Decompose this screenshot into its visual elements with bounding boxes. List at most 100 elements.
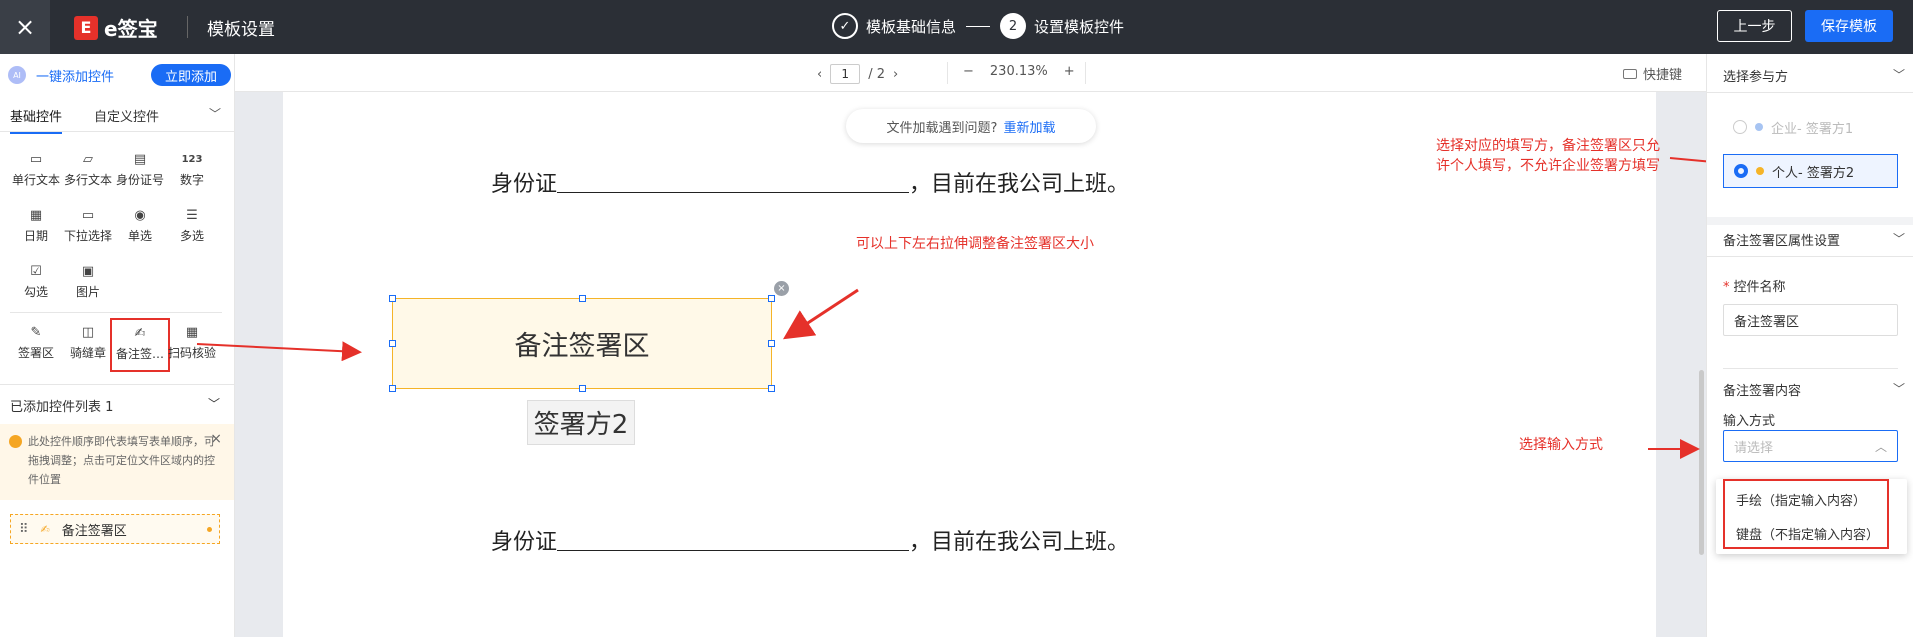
chevron-down-icon[interactable]: ﹀: [1893, 230, 1905, 247]
added-control-item[interactable]: ⠿ ✍ 备注签署区: [10, 514, 220, 544]
control-label: 下拉选择: [63, 229, 112, 243]
reload-text: 文件加载遇到问题?: [886, 120, 998, 136]
status-dot: [207, 527, 212, 532]
line-prefix: 身份证: [491, 530, 558, 555]
party-option-enterprise[interactable]: 企业- 签署方1: [1723, 110, 1898, 144]
control-multi-select[interactable]: ☰ 多选: [166, 205, 218, 253]
resize-handle[interactable]: [768, 295, 775, 302]
resize-handle[interactable]: [768, 385, 775, 392]
save-template-button[interactable]: 保存模板: [1805, 10, 1893, 42]
logo: E e签宝: [74, 13, 158, 42]
select-party-title: 选择参与方: [1723, 70, 1789, 85]
chevron-down-icon[interactable]: ﹀: [209, 105, 221, 122]
control-tabs: 基础控件 自定义控件 ﹀: [0, 100, 235, 134]
page-number-input[interactable]: 1: [830, 64, 861, 84]
control-remark-signature[interactable]: ✍ 备注签…: [110, 318, 170, 372]
control-label: 图片: [75, 285, 100, 299]
added-item-label: 备注签署区: [61, 523, 127, 539]
control-signature-area[interactable]: ✎ 签署区: [10, 322, 62, 370]
add-now-button[interactable]: 立即添加: [151, 64, 231, 86]
toolbar-divider: [1085, 62, 1086, 84]
resize-hint-annotation: 可以上下左右拉伸调整备注签署区大小: [856, 236, 1094, 252]
checkbox-icon: ☑: [30, 263, 42, 279]
resize-handle[interactable]: [579, 385, 586, 392]
quick-add-label[interactable]: 一键添加控件: [36, 66, 114, 85]
control-id-card[interactable]: ▤ 身份证号: [114, 149, 166, 197]
control-name-input[interactable]: 备注签署区: [1723, 304, 1898, 336]
party-label: 个人- 签署方2: [1772, 165, 1855, 181]
party-option-personal[interactable]: 个人- 签署方2: [1723, 154, 1898, 188]
select-placeholder: 请选择: [1734, 440, 1774, 456]
vertical-scrollbar[interactable]: [1699, 370, 1704, 555]
checklist-icon: ☰: [186, 207, 198, 223]
control-single-line-text[interactable]: ▭ 单行文本: [10, 149, 62, 197]
close-icon[interactable]: ×: [210, 430, 222, 449]
pagination: ‹ 1 / 2 ›: [817, 64, 898, 84]
resize-handle[interactable]: [389, 385, 396, 392]
control-image[interactable]: ▣ 图片: [62, 261, 114, 309]
id-card-icon: ▤: [133, 151, 147, 167]
drag-handle-icon[interactable]: ⠿: [19, 522, 28, 537]
control-date[interactable]: ▦ 日期: [10, 205, 62, 253]
image-icon: ▣: [81, 263, 95, 279]
input-method-label: 输入方式: [1723, 414, 1776, 429]
control-label: 数字: [179, 173, 204, 187]
multi-line-text-icon: ▱: [83, 151, 93, 167]
control-seam-seal[interactable]: ◫ 骑缝章: [62, 322, 114, 370]
resize-handle[interactable]: [389, 340, 396, 347]
step-2-label: 设置模板控件: [1034, 17, 1125, 36]
control-label: 日期: [23, 229, 48, 243]
control-label: 身份证号: [115, 173, 164, 187]
control-dropdown[interactable]: ▭ 下拉选择: [62, 205, 114, 253]
divider: [1723, 368, 1898, 369]
chevron-down-icon[interactable]: ﹀: [208, 395, 220, 412]
resize-handle[interactable]: [579, 295, 586, 302]
chevron-up-icon: ︿: [1874, 440, 1887, 454]
warning-icon: [9, 435, 22, 448]
resize-handle[interactable]: [389, 295, 396, 302]
shortcuts-button[interactable]: 快捷键: [1623, 64, 1682, 83]
control-checkbox[interactable]: ☑ 勾选: [10, 261, 62, 309]
close-button[interactable]: ×: [0, 0, 50, 54]
resize-handle[interactable]: [768, 340, 775, 347]
page-title: 模板设置: [207, 20, 275, 40]
chevron-down-icon[interactable]: ﹀: [1893, 66, 1905, 83]
control-name-label: * 控件名称: [1723, 276, 1786, 295]
tab-custom-controls[interactable]: 自定义控件: [94, 106, 159, 125]
chevron-left-icon[interactable]: ‹: [817, 67, 822, 82]
page-total: / 2: [868, 66, 885, 82]
reload-link[interactable]: 重新加载: [1003, 117, 1055, 136]
step-indicator: ✓ 模板基础信息 2 设置模板控件: [832, 13, 1124, 39]
control-qr-verify[interactable]: ▦ 扫码核验: [166, 322, 218, 370]
check-icon: ✓: [832, 13, 858, 39]
remark-signature-icon: ✍: [134, 325, 146, 341]
step-1-label: 模板基础信息: [866, 17, 957, 36]
calendar-icon: ▦: [29, 207, 43, 223]
chevron-right-icon[interactable]: ›: [893, 67, 898, 82]
chevron-down-icon[interactable]: ﹀: [1893, 380, 1905, 397]
radio-icon: ◉: [134, 207, 146, 223]
hint-text: 此处控件顺序即代表填写表单顺序，可拖拽调整；点击可定位文件区域内的控件位置: [28, 435, 215, 486]
single-line-text-icon: ▭: [29, 151, 43, 167]
divider: [0, 384, 234, 385]
zoom-out-icon[interactable]: −: [963, 64, 974, 79]
delete-field-icon[interactable]: ×: [774, 281, 789, 296]
added-controls-title: 已添加控件列表 1: [10, 400, 114, 415]
options-highlight-box: [1723, 479, 1889, 549]
previous-step-button[interactable]: 上一步: [1717, 10, 1792, 42]
zoom-controls: − 230.13% +: [963, 64, 1075, 79]
tab-basic-controls[interactable]: 基础控件: [10, 106, 63, 134]
blank-underline: [557, 531, 910, 551]
remark-signature-field[interactable]: 备注签署区: [392, 298, 772, 389]
control-label: 单行文本: [11, 173, 60, 187]
zoom-in-icon[interactable]: +: [1064, 64, 1075, 79]
logo-text: e签宝: [104, 17, 158, 41]
control-radio[interactable]: ◉ 单选: [114, 205, 166, 253]
quick-add-bar: AI 一键添加控件 立即添加: [8, 62, 231, 88]
control-number[interactable]: 123 数字: [166, 149, 218, 197]
reload-notice: 文件加载遇到问题? 重新加载: [846, 109, 1096, 143]
control-multi-line-text[interactable]: ▱ 多行文本: [62, 149, 114, 197]
signer-label: 签署方2: [527, 400, 635, 445]
input-method-select[interactable]: 请选择 ︿: [1723, 430, 1898, 462]
hint-box: 此处控件顺序即代表填写表单顺序，可拖拽调整；点击可定位文件区域内的控件位置 ×: [0, 424, 234, 500]
